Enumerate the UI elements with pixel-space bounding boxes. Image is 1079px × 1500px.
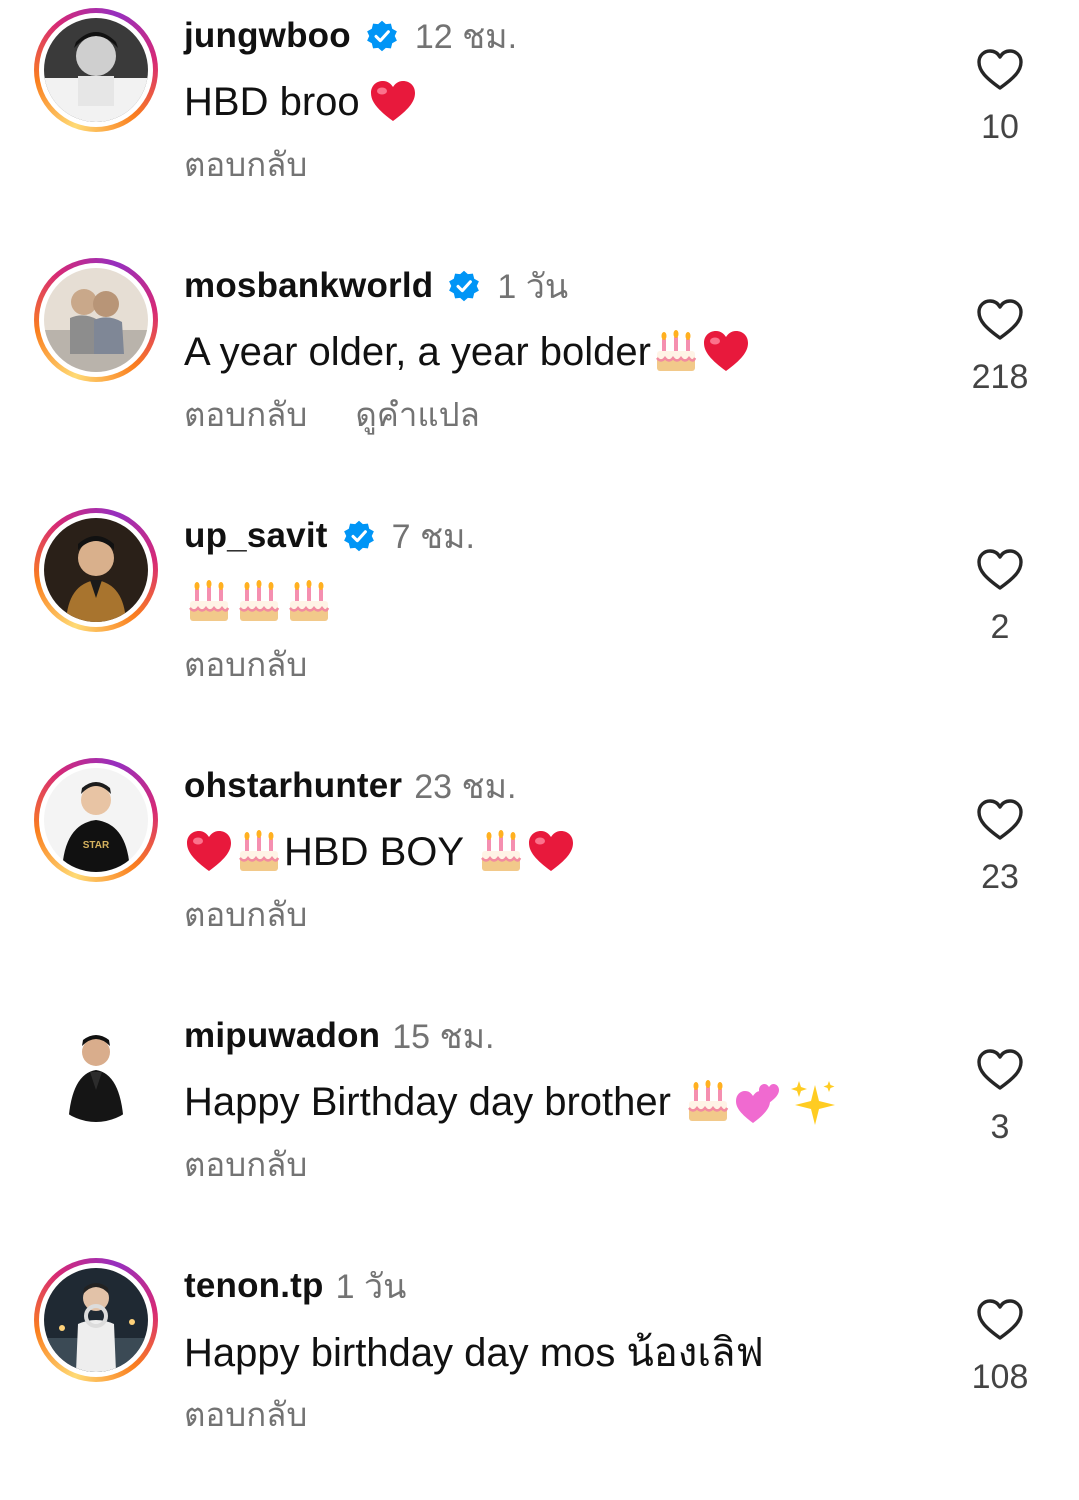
like-heart-icon[interactable] (976, 548, 1024, 592)
avatar[interactable] (44, 18, 148, 122)
comment-item: up_savit 7 ชม. ตอบกลับ 2 (0, 500, 1079, 750)
timestamp: 1 วัน (497, 268, 569, 306)
svg-text:STAR: STAR (83, 840, 110, 851)
birthday-cake-icon (651, 327, 701, 377)
username[interactable]: tenon.tp (184, 1266, 324, 1306)
birthday-cake-icon (476, 827, 526, 877)
story-ring[interactable] (34, 8, 158, 132)
sparkles-icon (789, 1077, 839, 1127)
like-heart-icon[interactable] (976, 1048, 1024, 1092)
comment-item: STAR ohstarhunter 23 ชม. HBD BOY ตอบกลับ… (0, 750, 1079, 1000)
timestamp: 12 ชม. (414, 18, 518, 56)
birthday-cake-icon (284, 577, 334, 627)
birthday-cake-icon (184, 577, 234, 627)
story-ring[interactable]: STAR (34, 758, 158, 882)
comment-text: Happy birthday day mos น้องเลิฟ (184, 1322, 764, 1382)
username[interactable]: mipuwadon (184, 1016, 380, 1056)
comment-item: mosbankworld 1 วัน A year older, a year … (0, 250, 1079, 500)
like-count: 3 (990, 1108, 1010, 1146)
timestamp: 7 ชม. (391, 518, 475, 556)
comment-text: HBD broo (184, 72, 418, 132)
comment-text: A year older, a year bolder (184, 322, 751, 382)
avatar[interactable] (44, 268, 148, 372)
avatar[interactable]: STAR (44, 768, 148, 872)
like-heart-icon[interactable] (976, 1298, 1024, 1342)
like-heart-icon[interactable] (976, 298, 1024, 342)
reply-button[interactable]: ตอบกลับ (184, 138, 307, 191)
like-count: 108 (971, 1358, 1029, 1396)
username[interactable]: up_savit (184, 516, 328, 556)
username[interactable]: ohstarhunter (184, 766, 402, 806)
like-area: 10 (960, 48, 1040, 147)
see-translation-button[interactable]: ดูคำแปล (355, 388, 479, 441)
birthday-cake-icon (683, 1077, 733, 1127)
red-heart-icon (526, 827, 576, 877)
reply-button[interactable]: ตอบกลับ (184, 1388, 307, 1441)
avatar[interactable] (44, 1018, 148, 1122)
comment-body: Happy Birthday day brother (184, 1079, 671, 1124)
story-ring[interactable] (34, 508, 158, 632)
like-area: 3 (960, 1048, 1040, 1147)
comment-body: Happy birthday day mos น้องเลิฟ (184, 1331, 764, 1375)
like-area: 2 (960, 548, 1040, 647)
like-count: 218 (971, 358, 1029, 396)
comment-item: tenon.tp 1 วัน Happy birthday day mos น้… (0, 1250, 1079, 1500)
verified-badge-icon (342, 519, 376, 553)
like-area: 23 (960, 798, 1040, 897)
comment-body: HBD broo (184, 79, 360, 124)
timestamp: 23 ชม. (414, 768, 517, 806)
verified-badge-icon (365, 19, 399, 53)
red-heart-icon (184, 827, 234, 877)
avatar[interactable] (44, 518, 148, 622)
like-count: 10 (981, 108, 1019, 146)
like-area: 218 (960, 298, 1040, 397)
comment-body: A year older, a year bolder (184, 329, 651, 374)
birthday-cake-icon (234, 827, 284, 877)
birthday-cake-icon (234, 577, 284, 627)
avatar[interactable] (44, 1268, 148, 1372)
comment-item: jungwboo 12 ชม. HBD broo ตอบกลับ 10 (0, 0, 1079, 250)
reply-button[interactable]: ตอบกลับ (184, 388, 307, 441)
like-count: 23 (981, 858, 1019, 896)
reply-button[interactable]: ตอบกลับ (184, 888, 307, 941)
story-ring[interactable] (34, 258, 158, 382)
red-heart-icon (368, 77, 418, 127)
comment-body: HBD BOY (284, 829, 465, 874)
red-heart-icon (701, 327, 751, 377)
username[interactable]: jungwboo (184, 16, 351, 56)
like-area: 108 (960, 1298, 1040, 1397)
reply-button[interactable]: ตอบกลับ (184, 1138, 307, 1191)
timestamp: 1 วัน (335, 1268, 407, 1306)
reply-button[interactable]: ตอบกลับ (184, 638, 307, 691)
timestamp: 15 ชม. (392, 1018, 495, 1056)
username[interactable]: mosbankworld (184, 266, 433, 306)
comment-text (184, 572, 334, 632)
avatar-frame[interactable] (34, 1008, 158, 1132)
comment-item: mipuwadon 15 ชม. Happy Birthday day brot… (0, 1000, 1079, 1250)
verified-badge-icon (447, 269, 481, 303)
like-count: 2 (990, 608, 1010, 646)
like-heart-icon[interactable] (976, 48, 1024, 92)
story-ring[interactable] (34, 1258, 158, 1382)
comment-text: Happy Birthday day brother (184, 1072, 839, 1132)
comment-text: HBD BOY (184, 822, 576, 882)
like-heart-icon[interactable] (976, 798, 1024, 842)
two-hearts-icon (733, 1077, 783, 1127)
